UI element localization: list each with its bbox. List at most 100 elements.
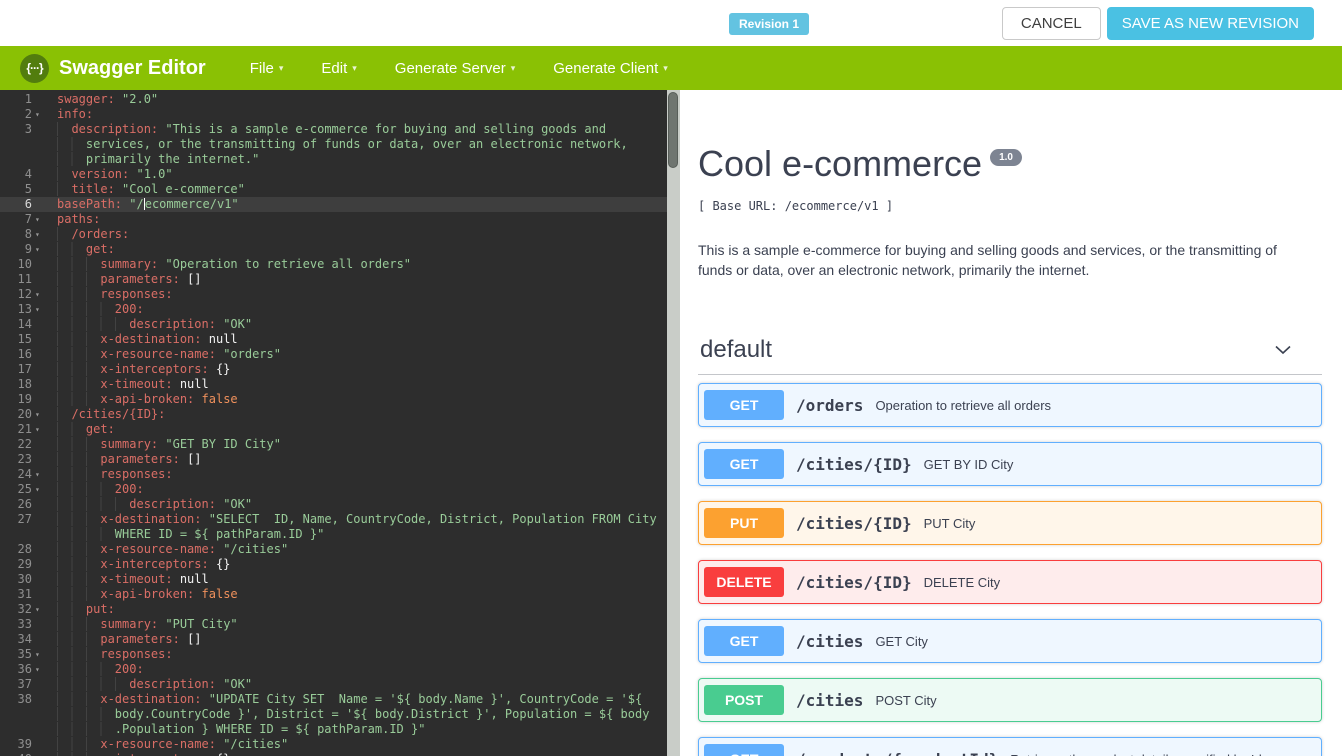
code-line[interactable]: 18 x-timeout: null	[0, 377, 667, 392]
code-line[interactable]: 29 x-interceptors: {}	[0, 557, 667, 572]
code-line[interactable]: body.CountryCode }', District = '${ body…	[0, 707, 667, 722]
token-s: "GET BY ID City"	[165, 437, 281, 451]
operation-row-get[interactable]: GET/cities GET City	[698, 619, 1322, 664]
tag-section-header[interactable]: default	[698, 336, 1322, 376]
code-line[interactable]: 22 summary: "GET BY ID City"	[0, 437, 667, 452]
code-line[interactable]: 12 ▾ responses:	[0, 287, 667, 302]
operation-row-delete[interactable]: DELETE/cities/{ID} DELETE City	[698, 560, 1322, 605]
code-line[interactable]: WHERE ID = ${ pathParam.ID }"	[0, 527, 667, 542]
code-line[interactable]: 11 parameters: []	[0, 272, 667, 287]
code-line[interactable]: 27 x-destination: "SELECT ID, Name, Coun…	[0, 512, 667, 527]
cancel-button[interactable]: CANCEL	[1001, 7, 1101, 40]
token-s: "PUT City"	[165, 617, 238, 631]
token-k: info:	[57, 107, 94, 121]
code-line[interactable]: 40 x-interceptors: {}	[0, 752, 667, 756]
code-line[interactable]: 37 description: "OK"	[0, 677, 667, 692]
code-text: body.CountryCode }', District = '${ body…	[46, 707, 649, 722]
code-line[interactable]: 28 x-resource-name: "/cities"	[0, 542, 667, 557]
token-k: responses:	[100, 647, 173, 661]
code-line[interactable]: .Population } WHERE ID = ${ pathParam.ID…	[0, 722, 667, 737]
menu-generate-server[interactable]: Generate Server ▾	[395, 60, 515, 77]
fold-icon[interactable]: ▾	[32, 227, 46, 242]
fold-icon[interactable]: ▾	[32, 212, 46, 227]
code-text: get:	[46, 242, 115, 257]
editor-scrollbar[interactable]	[667, 90, 680, 756]
operation-row-put[interactable]: PUT/cities/{ID} PUT City	[698, 501, 1322, 546]
menu-edit[interactable]: Edit ▾	[321, 60, 356, 77]
code-line[interactable]: primarily the internet."	[0, 152, 667, 167]
code-line[interactable]: 17 x-interceptors: {}	[0, 362, 667, 377]
line-number: 18	[17, 377, 32, 391]
fold-icon[interactable]: ▾	[32, 647, 46, 662]
fold-icon[interactable]: ▾	[32, 107, 46, 122]
gutter: 10	[0, 257, 46, 272]
fold-icon[interactable]: ▾	[32, 407, 46, 422]
editor-scrollbar-thumb[interactable]	[668, 92, 678, 168]
code-line[interactable]: 23 parameters: []	[0, 452, 667, 467]
code-line[interactable]: services, or the transmitting of funds o…	[0, 137, 667, 152]
code-line[interactable]: 3 description: "This is a sample e-comme…	[0, 122, 667, 137]
code-line[interactable]: 1 swagger: "2.0"	[0, 92, 667, 107]
code-line[interactable]: 38 x-destination: "UPDATE City SET Name …	[0, 692, 667, 707]
gutter: 33	[0, 617, 46, 632]
line-number	[0, 722, 32, 737]
code-text: responses:	[46, 287, 173, 302]
fold-icon[interactable]: ▾	[32, 602, 46, 617]
operation-row-get[interactable]: GET/products/{productId} Retrieves the pr…	[698, 737, 1322, 756]
operation-path: /cities/{ID}	[796, 513, 912, 533]
fold-icon[interactable]: ▾	[32, 482, 46, 497]
code-line[interactable]: 24 ▾ responses:	[0, 467, 667, 482]
yaml-editor[interactable]: 1 swagger: "2.0" 2 ▾ info: 3 description: "Th…	[0, 90, 680, 756]
code-line[interactable]: 16 x-resource-name: "orders"	[0, 347, 667, 362]
save-as-new-revision-button[interactable]: SAVE AS NEW REVISION	[1106, 7, 1314, 40]
fold-icon[interactable]: ▾	[32, 467, 46, 482]
token-p: []	[179, 272, 202, 286]
code-line[interactable]: 15 x-destination: null	[0, 332, 667, 347]
fold-icon[interactable]: ▾	[32, 287, 46, 302]
menu-label: Generate Server	[394, 59, 506, 77]
operations-list: GET/orders Operation to retrieve all orde…	[698, 375, 1322, 756]
code-line[interactable]: 30 x-timeout: null	[0, 572, 667, 587]
fold-icon[interactable]: ▾	[32, 302, 46, 317]
code-line[interactable]: 32 ▾ put:	[0, 602, 667, 617]
code-line[interactable]: 31 x-api-broken: false	[0, 587, 667, 602]
menu-generate-client[interactable]: Generate Client ▾	[553, 60, 668, 77]
code-line[interactable]: 13 ▾ 200:	[0, 302, 667, 317]
code-line[interactable]: 5 title: "Cool e-commerce"	[0, 182, 667, 197]
fold-icon[interactable]: ▾	[32, 242, 46, 257]
chevron-down-icon[interactable]	[1272, 339, 1294, 361]
fold-icon[interactable]: ▾	[32, 662, 46, 677]
code-line[interactable]: 2 ▾ info:	[0, 107, 667, 122]
code-line[interactable]: 36 ▾ 200:	[0, 662, 667, 677]
fold-icon[interactable]: ▾	[32, 422, 46, 437]
code-line[interactable]: 34 parameters: []	[0, 632, 667, 647]
menu-file[interactable]: File ▾	[250, 60, 284, 77]
code-line[interactable]: 9 ▾ get:	[0, 242, 667, 257]
line-number: 30	[17, 572, 32, 586]
line-number: 28	[17, 542, 32, 556]
code-line[interactable]: 19 x-api-broken: false	[0, 392, 667, 407]
code-line[interactable]: 21 ▾ get:	[0, 422, 667, 437]
operation-row-get[interactable]: GET/cities/{ID} GET BY ID City	[698, 442, 1322, 487]
code-line[interactable]: 10 summary: "Operation to retrieve all o…	[0, 257, 667, 272]
code-line[interactable]: 14 description: "OK"	[0, 317, 667, 332]
code-line[interactable]: 4 version: "1.0"	[0, 167, 667, 182]
code-text: x-api-broken: false	[46, 587, 238, 602]
code-text: info:	[46, 107, 93, 122]
operation-row-get[interactable]: GET/orders Operation to retrieve all orde…	[698, 383, 1322, 428]
code-line[interactable]: 26 description: "OK"	[0, 497, 667, 512]
caret-down-icon: ▾	[663, 62, 668, 73]
code-line[interactable]: 39 x-resource-name: "/cities"	[0, 737, 667, 752]
code-line[interactable]: 33 summary: "PUT City"	[0, 617, 667, 632]
code-line[interactable]: 35 ▾ responses:	[0, 647, 667, 662]
code-line[interactable]: 20 ▾ /cities/{ID}:	[0, 407, 667, 422]
code-line[interactable]: 7 ▾ paths:	[0, 212, 667, 227]
code-line[interactable]: 25 ▾ 200:	[0, 482, 667, 497]
code-line[interactable]: 6 basePath: "/ecommerce/v1"	[0, 197, 667, 212]
token-i	[57, 182, 72, 196]
code-line[interactable]: 8 ▾ /orders:	[0, 227, 667, 242]
operation-row-post[interactable]: POST/cities POST City	[698, 678, 1322, 723]
gutter: 16	[0, 347, 46, 362]
token-i	[57, 422, 86, 436]
